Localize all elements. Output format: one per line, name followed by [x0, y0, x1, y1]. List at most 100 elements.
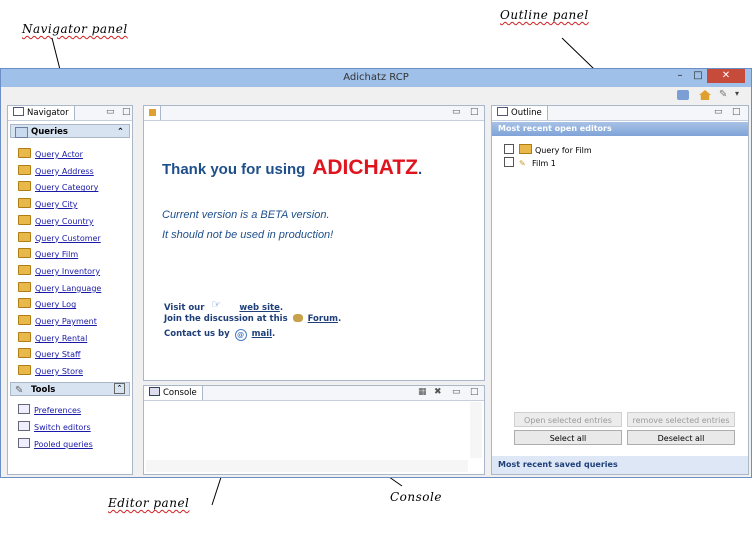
select-all-button[interactable]: Select all	[514, 430, 622, 445]
visit-line: Visit our ☞ web site.	[164, 298, 283, 313]
title-bar: Adichatz RCP – □ ✕	[1, 69, 751, 87]
mail-link[interactable]: mail	[252, 329, 272, 339]
home-tab-icon	[149, 109, 156, 116]
console-settings-icon[interactable]: ▦	[418, 386, 427, 398]
close-button[interactable]: ✕	[707, 69, 745, 83]
recent-entry[interactable]: Query for Film	[504, 144, 592, 155]
minimize-icon[interactable]: ▭	[106, 106, 115, 118]
editor-panel: ▭ □ Thank you for using ADICHATZ. Curren…	[143, 105, 485, 381]
expand-icon[interactable]: ⌃	[114, 383, 125, 394]
chevron-down-icon[interactable]: ▾	[735, 89, 739, 98]
contact-prefix: Contact us by	[164, 329, 230, 339]
home-icon[interactable]	[699, 90, 711, 100]
console-icon	[149, 387, 160, 396]
query-item[interactable]: Query Language	[18, 281, 101, 293]
period: .	[272, 329, 276, 339]
queries-icon	[15, 127, 28, 138]
period: .	[337, 314, 342, 324]
query-item[interactable]: Query Category	[18, 181, 98, 192]
navigator-icon	[13, 107, 24, 116]
vertical-scrollbar[interactable]	[470, 402, 482, 458]
entry-checkbox[interactable]	[504, 157, 514, 167]
query-label: Query City	[35, 200, 78, 210]
entry-checkbox[interactable]	[504, 144, 514, 154]
forum-icon	[292, 314, 303, 322]
maximize-icon[interactable]: □	[470, 106, 479, 118]
thank-you-text: Thank you for using	[162, 161, 306, 178]
recent-entry[interactable]: ✎ Film 1	[504, 157, 556, 168]
forum-link[interactable]: Forum	[308, 314, 338, 324]
minimize-icon[interactable]: ▭	[714, 106, 723, 118]
horizontal-scrollbar[interactable]	[146, 460, 468, 472]
tool-label: Preferences	[34, 406, 82, 415]
maximize-icon[interactable]: □	[122, 106, 131, 118]
collapse-icon[interactable]: ⌃	[117, 125, 124, 139]
query-item[interactable]: Query Log	[18, 298, 76, 309]
query-label: Query Category	[35, 183, 99, 193]
query-item[interactable]: Query Staff	[18, 348, 80, 359]
query-item[interactable]: Query Payment	[18, 315, 97, 326]
beta-notice-line2: It should not be used in production!	[162, 229, 334, 241]
main-toolbar: ✎ ▾	[1, 87, 751, 105]
query-icon	[18, 264, 31, 275]
query-icon	[18, 281, 31, 292]
maximize-icon[interactable]: □	[732, 106, 741, 118]
query-item[interactable]: Query Rental	[18, 331, 87, 343]
pencil-icon: ✎	[519, 159, 526, 168]
query-label: Query Customer	[35, 233, 101, 243]
outline-panel: Outline ▭ □ Most recent open editors Que…	[491, 105, 749, 475]
query-icon	[18, 248, 31, 259]
query-label: Query Store	[35, 367, 83, 377]
query-label: Query Log	[35, 300, 77, 310]
welcome-line: Thank you for using ADICHATZ.	[162, 156, 422, 180]
wrench-icon[interactable]: ✎	[719, 89, 731, 101]
adichatz-brand: ADICHATZ	[312, 156, 418, 179]
tool-label: Pooled queries	[34, 440, 93, 449]
query-item[interactable]: Query Country	[18, 214, 94, 226]
join-prefix: Join the discussion at this	[164, 314, 288, 324]
maximize-icon[interactable]: □	[470, 386, 479, 398]
remove-selected-button[interactable]: remove selected entries	[627, 412, 735, 427]
tab-outline[interactable]: Outline	[492, 106, 548, 120]
query-item[interactable]: Query Customer	[18, 231, 101, 243]
maximize-button[interactable]: □	[691, 69, 705, 83]
query-item[interactable]: Query Store	[18, 365, 83, 376]
query-item[interactable]: Query Film	[18, 248, 78, 259]
tools-section-header[interactable]: ✎ Tools ⌃	[10, 382, 130, 396]
query-label: Query Staff	[35, 350, 81, 360]
switch-editors-icon	[18, 421, 30, 431]
tab-home[interactable]	[144, 106, 161, 120]
queries-section-header[interactable]: Queries ⌃	[10, 124, 130, 138]
console-header: Console ▦ ✖ ▭ □	[144, 386, 484, 401]
editors-icon[interactable]	[677, 90, 689, 100]
minimize-icon[interactable]: ▭	[452, 386, 461, 398]
query-icon	[18, 198, 31, 209]
query-icon	[18, 164, 31, 175]
minimize-button[interactable]: –	[673, 69, 687, 83]
tool-preferences[interactable]: Preferences	[18, 404, 81, 415]
tab-navigator[interactable]: Navigator	[8, 106, 75, 120]
tool-pooled-queries[interactable]: Pooled queries	[18, 438, 93, 449]
query-label: Query Address	[35, 166, 94, 176]
entry-label: Query for Film	[535, 146, 592, 155]
minimize-icon[interactable]: ▭	[452, 106, 461, 118]
recent-saved-queries-header[interactable]: Most recent saved queries	[492, 456, 748, 474]
editor-header: ▭ □	[144, 106, 484, 121]
web-site-link[interactable]: web site	[239, 303, 279, 313]
query-icon	[519, 144, 532, 154]
tool-switch-editors[interactable]: Switch editors	[18, 421, 91, 432]
tab-console[interactable]: Console	[144, 386, 203, 400]
query-item[interactable]: Query City	[18, 198, 78, 209]
query-item[interactable]: Query Actor	[18, 148, 83, 159]
query-label: Query Country	[35, 216, 94, 226]
entry-label: Film 1	[532, 159, 556, 168]
query-item[interactable]: Query Inventory	[18, 264, 100, 276]
query-label: Query Film	[35, 250, 79, 260]
query-item[interactable]: Query Address	[18, 164, 94, 176]
open-selected-button[interactable]: Open selected entries	[514, 412, 622, 427]
deselect-all-button[interactable]: Deselect all	[627, 430, 735, 445]
clear-console-icon[interactable]: ✖	[434, 386, 442, 398]
tool-label: Switch editors	[34, 423, 91, 432]
console-panel: Console ▦ ✖ ▭ □	[143, 385, 485, 475]
outline-icon	[497, 107, 508, 116]
